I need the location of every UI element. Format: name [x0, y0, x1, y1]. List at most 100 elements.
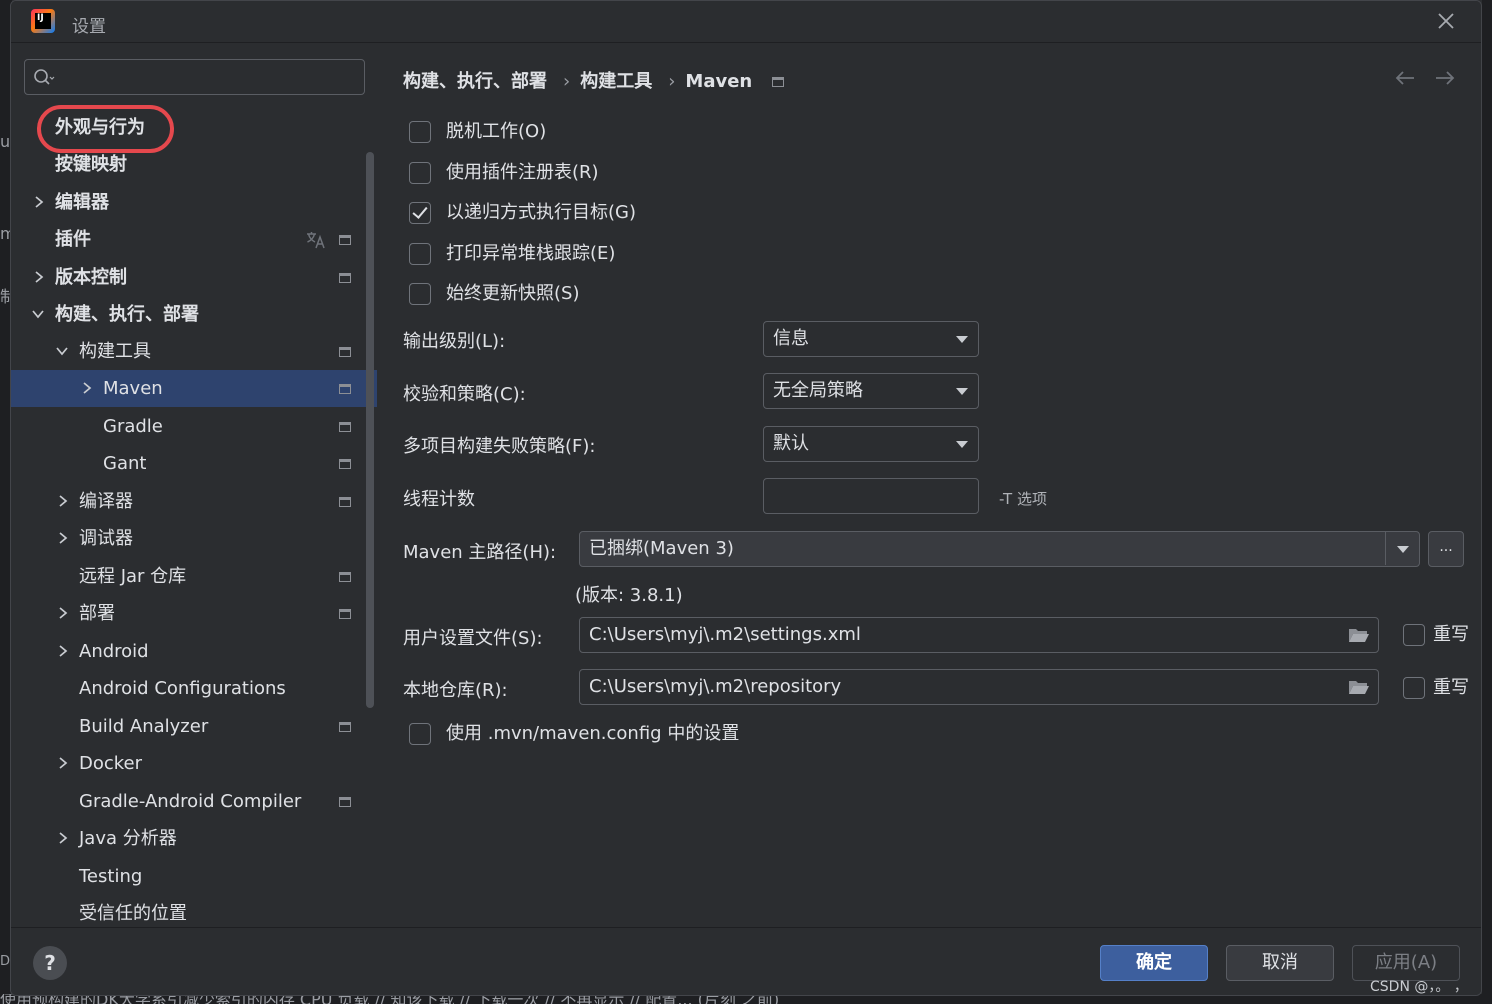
- search-input[interactable]: [59, 64, 357, 90]
- checksum-policy-dropdown[interactable]: 无全局策略: [763, 373, 979, 409]
- checksum-policy-label: 校验和策略(C):: [403, 384, 526, 405]
- checkbox-box[interactable]: [409, 121, 431, 143]
- sidebar-item-build-execution-deployment[interactable]: 构建、执行、部署: [11, 296, 377, 333]
- fail-policy-label: 多项目构建失败策略(F):: [403, 436, 596, 457]
- sidebar-item-label: 按键映射: [55, 154, 127, 175]
- chevron-right-icon[interactable]: [80, 380, 94, 396]
- sidebar-item-label: Java 分析器: [79, 828, 177, 849]
- chevron-right-icon[interactable]: [56, 643, 70, 659]
- sidebar-item-deployment[interactable]: 部署: [11, 595, 377, 632]
- sidebar-item-label: 版本控制: [55, 267, 127, 288]
- forward-arrow-icon[interactable]: [1433, 68, 1457, 88]
- fail-policy-dropdown[interactable]: 默认: [763, 426, 979, 462]
- checkbox-box[interactable]: [409, 162, 431, 184]
- sidebar-scrollbar[interactable]: [366, 152, 374, 708]
- sidebar-item-gradle-android-compiler[interactable]: Gradle-Android Compiler: [11, 783, 377, 820]
- sidebar-item-docker[interactable]: Docker: [11, 745, 377, 782]
- sidebar-item-maven[interactable]: Maven: [11, 370, 377, 407]
- user-settings-label: 用户设置文件(S):: [403, 628, 543, 649]
- chevron-right-icon[interactable]: [56, 493, 70, 509]
- title-bar: IJ 设置: [11, 1, 1481, 43]
- sidebar-item-testing[interactable]: Testing: [11, 858, 377, 895]
- sidebar-item-label: Gant: [103, 453, 147, 474]
- sidebar-item-keymap[interactable]: 按键映射: [11, 146, 377, 183]
- sidebar-item-debugger[interactable]: 调试器: [11, 520, 377, 557]
- sidebar-item-version-control[interactable]: 版本控制: [11, 259, 377, 296]
- checkbox-box[interactable]: [1403, 624, 1425, 646]
- breadcrumb: 构建、执行、部署 › 构建工具 › Maven: [403, 67, 790, 93]
- sidebar-item-java-profiler[interactable]: Java 分析器: [11, 820, 377, 857]
- user-settings-input[interactable]: C:\Users\myj\.m2\settings.xml: [579, 617, 1379, 653]
- dropdown-value: 信息: [773, 328, 809, 349]
- checkbox-label: 使用 .mvn/maven.config 中的设置: [446, 723, 740, 744]
- input-value: C:\Users\myj\.m2\repository: [589, 676, 842, 697]
- chevron-right-icon[interactable]: [56, 530, 70, 546]
- thread-count-hint: -T 选项: [999, 490, 1047, 508]
- sidebar-item-build-tools[interactable]: 构建工具: [11, 333, 377, 370]
- sidebar-item-remote-jar-repositories[interactable]: 远程 Jar 仓库: [11, 558, 377, 595]
- sidebar-item-label: 构建、执行、部署: [55, 304, 199, 325]
- breadcrumb-item[interactable]: 构建工具: [580, 71, 652, 92]
- dropdown-arrow-icon: [956, 441, 968, 448]
- project-level-icon: [772, 77, 785, 87]
- output-level-dropdown[interactable]: 信息: [763, 321, 979, 357]
- maven-home-label: Maven 主路径(H):: [403, 542, 557, 563]
- checkbox-label: 打印异常堆栈跟踪(E): [446, 243, 616, 264]
- dialog-footer: ? 确定 取消 应用(A): [11, 927, 1481, 995]
- back-arrow-icon[interactable]: [1393, 68, 1417, 88]
- thread-count-input[interactable]: [763, 478, 979, 514]
- chevron-right-icon[interactable]: [32, 269, 46, 285]
- checkbox-box[interactable]: [1403, 677, 1425, 699]
- sidebar-item-plugins[interactable]: 插件: [11, 221, 377, 258]
- sidebar-item-android[interactable]: Android: [11, 633, 377, 670]
- cancel-button[interactable]: 取消: [1226, 945, 1334, 981]
- checkbox-box[interactable]: [409, 283, 431, 305]
- project-level-icon: [339, 797, 351, 807]
- local-repository-input[interactable]: C:\Users\myj\.m2\repository: [579, 669, 1379, 705]
- checkbox-label: 脱机工作(O): [446, 121, 547, 142]
- sidebar-item-label: 插件: [55, 229, 91, 250]
- sidebar-item-label: 外观与行为: [55, 117, 145, 138]
- sidebar-item-gradle[interactable]: Gradle: [11, 408, 377, 445]
- sidebar-item-android-configurations[interactable]: Android Configurations: [11, 670, 377, 707]
- window-title: 设置: [72, 17, 106, 37]
- project-level-icon: [339, 347, 351, 357]
- chevron-right-icon[interactable]: [32, 194, 46, 210]
- chevron-down-icon[interactable]: [31, 306, 45, 322]
- help-button[interactable]: ?: [33, 946, 67, 980]
- checkbox-label: 以递归方式执行目标(G): [446, 202, 636, 223]
- breadcrumb-separator: ›: [563, 71, 571, 92]
- search-icon: [34, 69, 55, 85]
- dropdown-divider: [1385, 532, 1386, 565]
- ok-button[interactable]: 确定: [1100, 945, 1208, 981]
- folder-open-icon[interactable]: [1348, 678, 1370, 696]
- chevron-right-icon[interactable]: [56, 755, 70, 771]
- project-level-icon: [339, 609, 351, 619]
- dropdown-value: 无全局策略: [773, 380, 863, 401]
- search-box[interactable]: [24, 59, 365, 95]
- breadcrumb-item[interactable]: 构建、执行、部署: [403, 71, 547, 92]
- close-icon[interactable]: [1435, 10, 1457, 32]
- sidebar-item-appearance-behavior[interactable]: 外观与行为: [11, 109, 377, 146]
- checkbox-box[interactable]: [409, 723, 431, 745]
- maven-home-dropdown[interactable]: 已捆绑(Maven 3): [579, 531, 1420, 567]
- translate-icon: [307, 232, 325, 249]
- checkbox-box[interactable]: [409, 243, 431, 265]
- checkbox-box-checked[interactable]: [409, 202, 431, 224]
- chevron-down-icon[interactable]: [55, 343, 69, 359]
- chevron-right-icon[interactable]: [56, 605, 70, 621]
- settings-sidebar: 外观与行为 按键映射 编辑器 插件 版本控制 构建、执行、部署 构建工具 Mav…: [11, 44, 377, 927]
- maven-home-browse-button[interactable]: ...: [1428, 531, 1464, 567]
- sidebar-item-gant[interactable]: Gant: [11, 445, 377, 482]
- chevron-right-icon[interactable]: [56, 830, 70, 846]
- sidebar-item-compiler[interactable]: 编译器: [11, 483, 377, 520]
- dropdown-value: 默认: [773, 433, 809, 454]
- sidebar-item-editor[interactable]: 编辑器: [11, 184, 377, 221]
- project-level-icon: [339, 572, 351, 582]
- sidebar-item-label: 部署: [79, 603, 115, 624]
- output-level-label: 输出级别(L):: [403, 331, 506, 352]
- thread-count-label: 线程计数: [403, 489, 475, 510]
- folder-open-icon[interactable]: [1348, 626, 1370, 644]
- project-level-icon: [339, 459, 351, 469]
- sidebar-item-build-analyzer[interactable]: Build Analyzer: [11, 708, 377, 745]
